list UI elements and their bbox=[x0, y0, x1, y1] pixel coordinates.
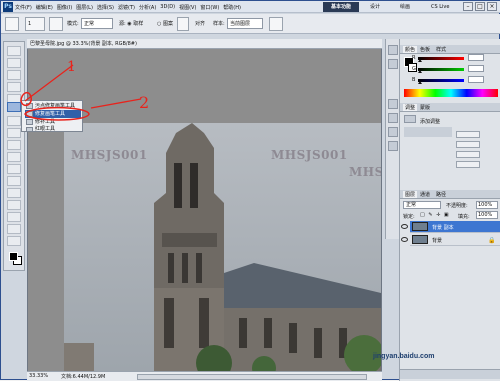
site-watermark: jingyan.baidu.com bbox=[373, 353, 435, 360]
photoshop-window: Ps 文件(F) 编辑(E) 图像(I) 图层(L) 选择(S) 滤镜(T) 分… bbox=[0, 0, 500, 381]
annotation-label-1: 1 bbox=[67, 59, 76, 75]
tutorial-annotations bbox=[20, 64, 142, 121]
annotation-label-2: 2 bbox=[139, 93, 150, 112]
